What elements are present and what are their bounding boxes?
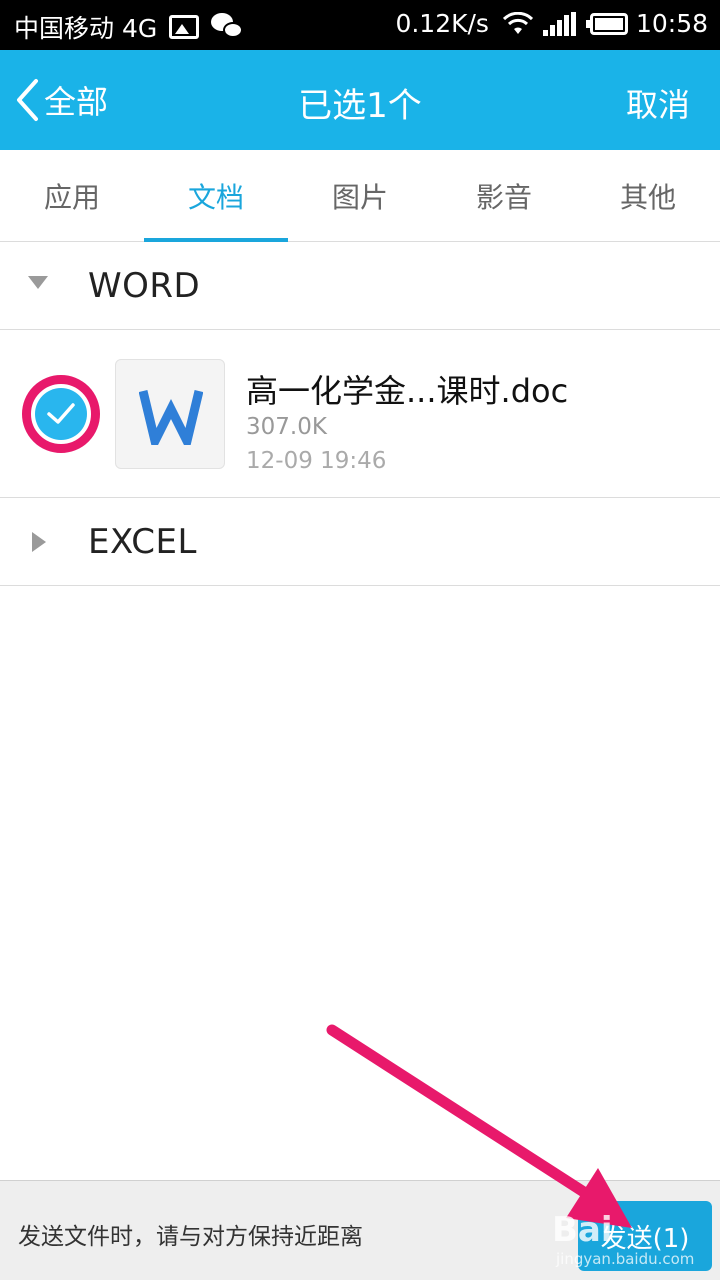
group-header-excel[interactable]: EXCEL bbox=[0, 498, 720, 586]
expand-right-icon bbox=[32, 532, 46, 552]
file-date: 12-09 19:46 bbox=[246, 448, 387, 474]
status-bar: 中国移动 4G 0.12K/s 10:58 bbox=[0, 0, 720, 50]
carrier-label: 中国移动 4G bbox=[14, 14, 158, 43]
net-speed: 0.12K/s bbox=[395, 9, 489, 38]
group-label-excel: EXCEL bbox=[88, 522, 197, 562]
file-name: 高一化学金...课时.doc bbox=[246, 372, 569, 410]
tab-apps[interactable]: 应用 bbox=[0, 150, 144, 242]
expand-down-icon bbox=[28, 276, 48, 289]
wifi-icon bbox=[502, 11, 533, 34]
bottom-bar: 发送文件时，请与对方保持近距离 发送(1) bbox=[0, 1180, 720, 1280]
title-bar: 全部 已选1个 取消 bbox=[0, 50, 720, 150]
signal-icon bbox=[541, 11, 576, 36]
category-tabs: 应用 文档 图片 影音 其他 bbox=[0, 150, 720, 243]
battery-icon bbox=[585, 12, 628, 35]
image-icon bbox=[169, 15, 200, 39]
cancel-button[interactable]: 取消 bbox=[626, 80, 690, 126]
wechat-icon bbox=[211, 13, 245, 41]
back-button[interactable]: 全部 bbox=[14, 76, 108, 124]
send-label: 发送(1) bbox=[600, 1223, 690, 1254]
chevron-left-icon bbox=[17, 79, 38, 121]
file-size: 307.0K bbox=[246, 414, 327, 440]
tab-other[interactable]: 其他 bbox=[576, 150, 720, 242]
screen: 中国移动 4G 0.12K/s 10:58 全部 已选1个 取消 应用 文档 图… bbox=[0, 0, 720, 1280]
send-button[interactable]: 发送(1) bbox=[578, 1201, 712, 1271]
group-label-word: WORD bbox=[88, 266, 201, 306]
tab-documents[interactable]: 文档 bbox=[144, 150, 288, 243]
selected-checkbox[interactable] bbox=[22, 375, 100, 453]
group-header-word[interactable]: WORD bbox=[0, 242, 720, 330]
tab-images[interactable]: 图片 bbox=[288, 150, 432, 242]
clock: 10:58 bbox=[635, 9, 708, 38]
word-doc-icon bbox=[115, 359, 225, 469]
proximity-hint: 发送文件时，请与对方保持近距离 bbox=[18, 1224, 363, 1250]
file-item[interactable]: 高一化学金...课时.doc 307.0K 12-09 19:46 bbox=[0, 330, 720, 498]
checkmark-icon bbox=[47, 403, 75, 424]
back-label: 全部 bbox=[44, 83, 109, 121]
tab-media[interactable]: 影音 bbox=[432, 150, 576, 242]
